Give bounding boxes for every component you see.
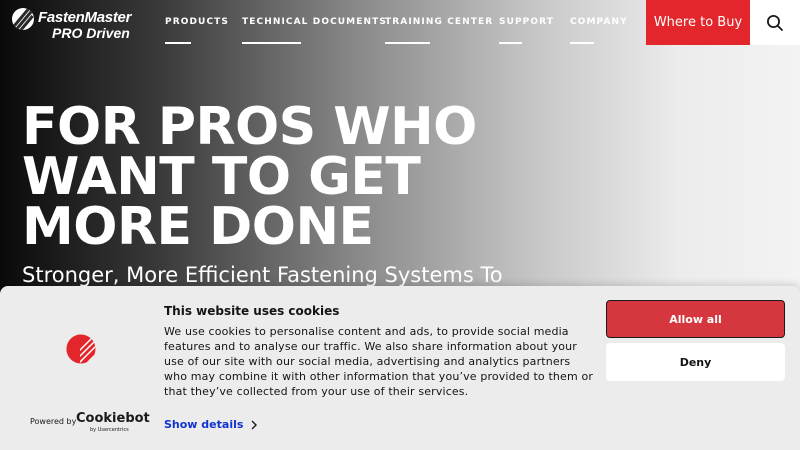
logo-tagline: PRO Driven <box>52 25 130 41</box>
nav-support[interactable]: SUPPORT <box>499 0 554 45</box>
nav-support-label: SUPPORT <box>499 17 554 27</box>
search-button[interactable] <box>750 0 800 45</box>
nav-company[interactable]: COMPANY <box>570 0 628 45</box>
deny-button[interactable]: Deny <box>606 343 785 381</box>
where-to-buy-button[interactable]: Where to Buy <box>646 0 750 45</box>
nav-company-label: COMPANY <box>570 17 628 27</box>
powered-by-label: Powered by <box>30 417 77 426</box>
chevron-right-icon <box>251 420 258 429</box>
cookie-banner-body: We use cookies to personalise content an… <box>164 325 594 398</box>
nav-technical-documents[interactable]: TECHNICAL DOCUMENTS <box>242 0 387 45</box>
nav-underline <box>385 42 430 44</box>
search-icon <box>767 14 783 31</box>
nav-technical-documents-label: TECHNICAL DOCUMENTS <box>242 17 387 27</box>
hero-subheadline: Stronger, More Efficient Fastening Syste… <box>22 263 503 287</box>
nav-products-label: PRODUCTS <box>165 17 229 27</box>
fastenmaster-logo-icon <box>12 8 34 30</box>
nav-training-center[interactable]: TRAINING CENTER <box>385 0 493 45</box>
cookiebot-logo[interactable]: Cookiebot <box>76 411 150 426</box>
allow-all-button[interactable]: Allow all <box>606 300 785 338</box>
cookiebot-sub-label: by Usercentrics <box>90 427 129 433</box>
nav-underline <box>499 42 522 44</box>
nav-underline <box>570 42 594 44</box>
cookie-consent-banner: Powered by Cookiebot by Usercentrics Thi… <box>0 286 800 450</box>
show-details-label: Show details <box>164 418 244 431</box>
show-details-link[interactable]: Show details <box>164 418 258 431</box>
fastenmaster-logo[interactable]: FastenMaster PRO Driven <box>12 7 132 41</box>
hero-headline: FOR PROS WHO WANT TO GET MORE DONE <box>22 97 582 257</box>
hero-headline-line: FOR PROS WHO <box>22 97 477 157</box>
nav-products[interactable]: PRODUCTS <box>165 0 229 45</box>
logo-wordmark: FastenMaster <box>38 9 132 26</box>
cookie-brand-icon <box>66 334 96 364</box>
nav-training-center-label: TRAINING CENTER <box>385 17 494 27</box>
cookie-banner-title: This website uses cookies <box>164 304 340 318</box>
nav-underline <box>242 42 301 44</box>
nav-underline <box>165 42 191 44</box>
hero-headline-line: MORE DONE <box>22 197 374 257</box>
hero-headline-line: WANT TO GET <box>22 147 421 207</box>
